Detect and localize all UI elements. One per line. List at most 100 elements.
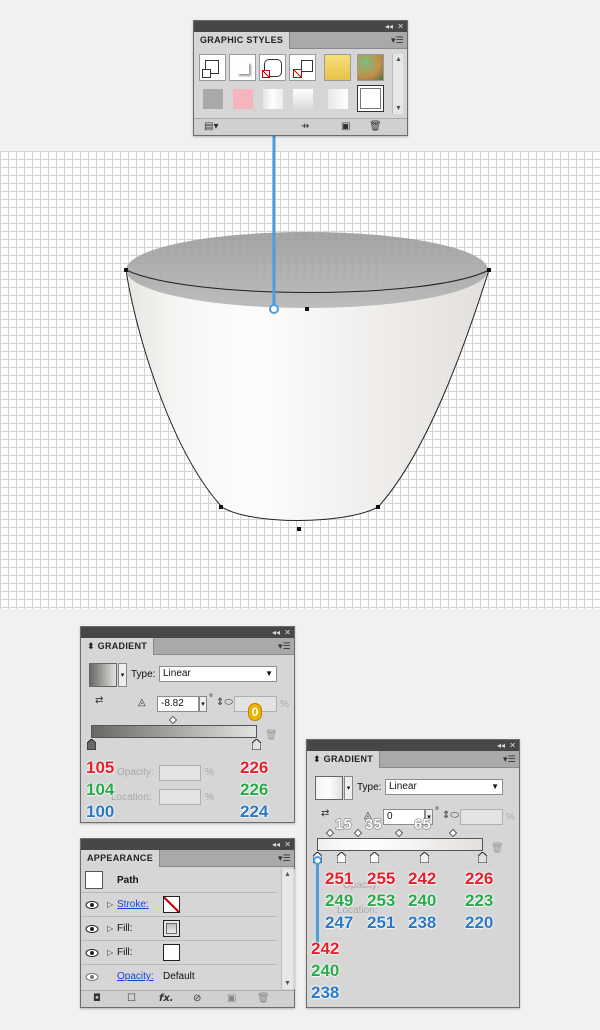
- scrollbar[interactable]: ▲ ▼: [392, 54, 403, 114]
- style-swatch-gradient-2[interactable]: [289, 85, 316, 112]
- gradient-ramp[interactable]: [91, 725, 257, 738]
- panel-topbar[interactable]: ◂◂ ✕: [194, 21, 407, 32]
- trash-icon[interactable]: 🗑: [369, 121, 382, 133]
- panel-menu-icon[interactable]: ▾☰: [391, 35, 404, 45]
- panel-menu-icon[interactable]: ▾☰: [503, 754, 516, 764]
- stop-65-blue: 238: [408, 913, 437, 932]
- style-swatch-gray[interactable]: [199, 85, 226, 112]
- break-link-icon[interactable]: ⇸: [301, 121, 309, 133]
- stop-15-blue: 247: [325, 913, 354, 932]
- style-swatch-rounded[interactable]: [259, 54, 286, 81]
- close-icon[interactable]: ✕: [397, 21, 404, 32]
- aspect-ratio-icon: ⇕⬭: [216, 697, 233, 708]
- panel-menu-icon[interactable]: ▾☰: [278, 853, 291, 863]
- panel-menu-icon[interactable]: ▾☰: [278, 641, 291, 651]
- midpoint-label-15: 15: [335, 816, 352, 834]
- tab-appearance[interactable]: APPEARANCE: [81, 850, 161, 867]
- clear-appearance-icon[interactable]: ⊘: [193, 993, 201, 1005]
- connector-line-stop: [316, 860, 319, 945]
- midpoint-diamond[interactable]: [325, 828, 335, 838]
- gradient-stop-left[interactable]: [87, 739, 96, 750]
- expand-triangle-icon[interactable]: ▷: [107, 947, 113, 959]
- style-swatch-pink[interactable]: [229, 85, 256, 112]
- fill-swatch-2[interactable]: [163, 944, 180, 961]
- path-row[interactable]: Path: [81, 869, 277, 893]
- fill-row-1[interactable]: ▷ Fill:: [81, 917, 277, 941]
- gradient-stop-right[interactable]: [252, 739, 261, 750]
- chevron-down-icon: ▼: [265, 669, 273, 678]
- style-swatch-texture[interactable]: [357, 54, 384, 81]
- gradient-stop-100[interactable]: [478, 852, 487, 863]
- stroke-swatch[interactable]: [163, 896, 180, 913]
- trash-icon[interactable]: 🗑: [265, 730, 278, 742]
- visibility-eye-icon[interactable]: [85, 970, 99, 984]
- stop-35-green: 253: [367, 891, 396, 910]
- tab-gradient[interactable]: ⬍ GRADIENT: [81, 638, 155, 655]
- tab-graphic-styles[interactable]: GRAPHIC STYLES: [194, 32, 291, 49]
- opacity-row[interactable]: Opacity: Default: [81, 965, 277, 989]
- trash-icon[interactable]: 🗑: [257, 993, 270, 1005]
- style-swatch-gradient-3[interactable]: [324, 85, 351, 112]
- visibility-eye-icon[interactable]: [85, 922, 99, 936]
- reverse-gradient-icon[interactable]: ⇄: [321, 808, 329, 820]
- style-swatch-none[interactable]: [289, 54, 316, 81]
- angle-input[interactable]: -8.82: [157, 696, 199, 712]
- aspect-ratio-input[interactable]: [460, 809, 503, 825]
- location-input[interactable]: [159, 789, 201, 805]
- gradient-ramp[interactable]: [317, 838, 483, 851]
- scrollbar[interactable]: ▲ ▼: [281, 869, 293, 989]
- new-style-icon[interactable]: ▣: [341, 121, 350, 133]
- gradient-stop-15[interactable]: [337, 852, 346, 863]
- collapse-icon[interactable]: ◂◂: [497, 740, 505, 751]
- expand-triangle-icon[interactable]: ▷: [107, 899, 113, 911]
- midpoint-diamond[interactable]: [448, 828, 458, 838]
- style-swatch-default[interactable]: [199, 54, 226, 81]
- midpoint-diamond[interactable]: [353, 828, 363, 838]
- gradient-preview-dropdown[interactable]: ▾: [118, 663, 127, 687]
- type-select[interactable]: Linear ▼: [159, 666, 277, 682]
- expand-triangle-icon[interactable]: ▷: [107, 923, 113, 935]
- add-fill-icon[interactable]: ☐: [127, 993, 136, 1005]
- midpoint-diamond[interactable]: [168, 715, 178, 725]
- gradient-stop-35[interactable]: [370, 852, 379, 863]
- stop-100-green: 223: [465, 891, 494, 910]
- percent-symbol: %: [280, 699, 289, 710]
- collapse-icon[interactable]: ◂◂: [272, 627, 280, 638]
- opacity-label[interactable]: Opacity:: [117, 971, 154, 982]
- stop-100-red: 226: [465, 869, 494, 888]
- angle-dropdown[interactable]: ▾: [199, 696, 207, 712]
- midpoint-diamond[interactable]: [394, 828, 404, 838]
- close-icon[interactable]: ✕: [509, 740, 516, 751]
- visibility-eye-icon[interactable]: [85, 946, 99, 960]
- location-percent: %: [205, 792, 214, 803]
- visibility-eye-icon[interactable]: [85, 898, 99, 912]
- collapse-icon[interactable]: ◂◂: [385, 21, 393, 32]
- gradient-preview[interactable]: [315, 776, 343, 800]
- type-select[interactable]: Linear ▼: [385, 779, 503, 795]
- double-arrow-icon: ⬍: [87, 641, 98, 651]
- style-library-icon[interactable]: ▤▾: [204, 121, 218, 133]
- duplicate-item-icon[interactable]: ▣: [227, 993, 236, 1005]
- collapse-icon[interactable]: ◂◂: [272, 839, 280, 850]
- opacity-input[interactable]: [159, 765, 201, 781]
- close-icon[interactable]: ✕: [284, 839, 291, 850]
- style-swatch-gradient-1[interactable]: [259, 85, 286, 112]
- path-thumbnail: [85, 871, 103, 889]
- style-swatch-shadow[interactable]: [229, 54, 256, 81]
- fill-row-2[interactable]: ▷ Fill:: [81, 941, 277, 965]
- gradient-preview-dropdown[interactable]: ▾: [344, 776, 353, 800]
- right-stop-green: 226: [240, 780, 269, 799]
- gradient-stop-65[interactable]: [420, 852, 429, 863]
- stroke-row[interactable]: ▷ Stroke:: [81, 893, 277, 917]
- gradient-preview[interactable]: [89, 663, 117, 687]
- style-swatch-gold[interactable]: [324, 54, 351, 81]
- fill-swatch-1[interactable]: [163, 920, 180, 937]
- fx-icon[interactable]: fx.: [159, 993, 174, 1005]
- add-stroke-icon[interactable]: ◘: [93, 993, 101, 1005]
- trash-icon[interactable]: 🗑: [491, 843, 504, 855]
- stroke-label[interactable]: Stroke:: [117, 899, 149, 910]
- reverse-gradient-icon[interactable]: ⇄: [95, 695, 103, 707]
- close-icon[interactable]: ✕: [284, 627, 291, 638]
- style-swatch-selected[interactable]: [357, 85, 384, 112]
- tab-gradient[interactable]: ⬍ GRADIENT: [307, 751, 381, 768]
